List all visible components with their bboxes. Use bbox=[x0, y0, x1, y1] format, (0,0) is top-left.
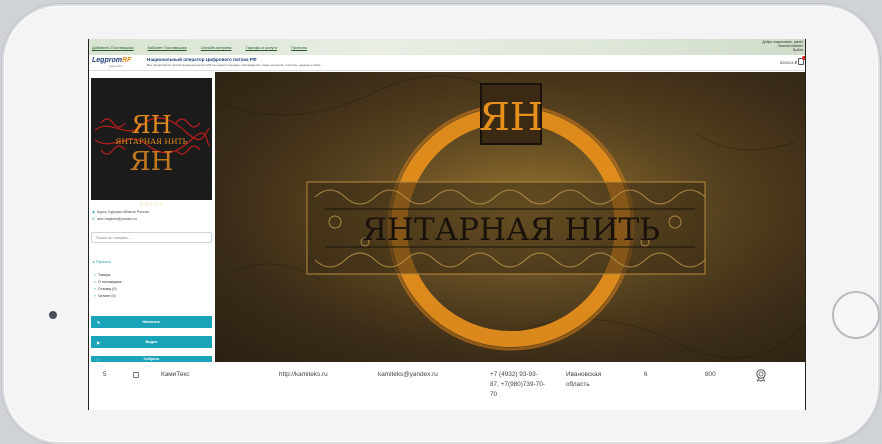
cart-badge bbox=[802, 56, 805, 60]
logo-main-text: Legprom bbox=[92, 57, 122, 64]
account-balance: 520013 ₽ bbox=[779, 60, 797, 65]
projects-label: Проекты bbox=[95, 260, 112, 264]
top-navigation: Добавить Поставщика Кабинет Поставщика О… bbox=[89, 39, 805, 55]
site-title: Национальный оператор Цифрового потока Р… bbox=[147, 57, 257, 62]
company-email[interactable]: ✉ alex.mayboe@yandex.ru bbox=[92, 217, 137, 221]
button-label: Собрать bbox=[143, 357, 160, 361]
award-icon[interactable] bbox=[754, 368, 768, 382]
sidebar-link-reviews[interactable]: » Отзывы (0) bbox=[94, 287, 117, 291]
nav-online-showcase[interactable]: Онлайн-витрина bbox=[201, 45, 232, 50]
company-sidebar: ЯН ЯНТАРНАЯ НИТЬ ЯН ☆☆☆☆☆ ◉ Курск, Курска… bbox=[89, 72, 214, 410]
bullet-icon: » bbox=[94, 273, 96, 277]
write-message-button[interactable]: ✎ Написать bbox=[91, 316, 212, 328]
logo-subtext: legpromrf.ru bbox=[109, 65, 123, 68]
browser-screen: Добавить Поставщика Кабинет Поставщика О… bbox=[88, 39, 806, 410]
logout-link[interactable]: Выйти bbox=[762, 48, 803, 52]
site-logo[interactable]: LegpromRF bbox=[92, 57, 131, 64]
mail-icon: ✉ bbox=[92, 217, 96, 221]
company-region: Ивановская область bbox=[566, 371, 602, 388]
banner-graphic: ЯН ЯНТАРНАЯ НИТЬ bbox=[215, 72, 805, 362]
logo-accent-text: RF bbox=[121, 57, 132, 64]
sidebar-link-readers[interactable]: » Читают (0) bbox=[94, 294, 116, 298]
company-address: ◉ Курск, Курская область Россия bbox=[92, 210, 149, 214]
projects-section-title[interactable]: ▸ Проекты bbox=[93, 259, 111, 264]
site-description: Все предприятия лёгкой промышленности РФ… bbox=[147, 63, 321, 67]
nav-supplier-cabinet[interactable]: Кабинет Поставщика bbox=[148, 45, 187, 50]
brand-header: LegpromRF legpromrf.ru Национальный опер… bbox=[89, 55, 805, 71]
email-text: alex.mayboe@yandex.ru bbox=[97, 217, 137, 221]
product-search-input[interactable]: Поиск по товарам... bbox=[91, 232, 212, 243]
sidebar-link-label: Отзывы (0) bbox=[98, 287, 117, 291]
button-label: Написать bbox=[142, 320, 161, 324]
address-text: Курск, Курская область Россия bbox=[97, 210, 149, 214]
user-greeting: Добро пожаловать, admin Личный кабинет В… bbox=[762, 40, 803, 52]
rating-stars[interactable]: ☆☆☆☆☆ bbox=[89, 202, 214, 208]
button-label: Видео bbox=[145, 340, 158, 344]
company-phone: +7 (4932) 93-93-87, +7(980)739-70-70 bbox=[490, 371, 545, 398]
company-logo-graphic: ЯН ЯНТАРНАЯ НИТЬ ЯН bbox=[91, 78, 212, 200]
company-logo: ЯН ЯНТАРНАЯ НИТЬ ЯН bbox=[91, 78, 212, 200]
table-row[interactable]: 5 КамиТекс http://kamiteks.ru kamiteks@y… bbox=[89, 362, 805, 410]
company-website[interactable]: http://kamiteks.ru bbox=[279, 370, 328, 380]
bullet-icon: » bbox=[94, 280, 96, 284]
pencil-icon: ✎ bbox=[97, 319, 101, 325]
company-logo-caption: ЯНТАРНАЯ НИТЬ bbox=[115, 137, 187, 146]
camera-lens bbox=[49, 311, 57, 319]
row-amount: 800 bbox=[705, 371, 716, 378]
sidebar-link-label: Читают (0) bbox=[98, 294, 116, 298]
bullet-icon: » bbox=[94, 287, 96, 291]
row-count: 6 bbox=[644, 371, 648, 378]
video-button[interactable]: ▶ Видео bbox=[91, 336, 212, 348]
banner-title: ЯНТАРНАЯ НИТЬ bbox=[362, 212, 660, 248]
collect-icon: ○ bbox=[97, 356, 100, 362]
nav-add-supplier[interactable]: Добавить Поставщика bbox=[92, 45, 134, 50]
sidebar-link-about[interactable]: » О поставщике bbox=[94, 280, 122, 284]
svg-text:ЯН: ЯН bbox=[130, 147, 174, 177]
company-logo-monogram: ЯН bbox=[131, 111, 171, 139]
nav-tariffs[interactable]: Тарифы и услуги bbox=[246, 45, 278, 50]
bullet-icon: » bbox=[94, 294, 96, 298]
banner-monogram: ЯН bbox=[479, 95, 543, 139]
row-index: 5 bbox=[103, 371, 107, 378]
home-button[interactable] bbox=[832, 291, 880, 339]
company-name[interactable]: КамиТекс bbox=[161, 370, 189, 380]
company-banner: ЯН ЯНТАРНАЯ НИТЬ bbox=[215, 72, 805, 362]
video-icon: ▶ bbox=[97, 339, 101, 345]
location-icon: ◉ bbox=[92, 210, 96, 214]
sidebar-link-label: О поставщике bbox=[98, 280, 122, 284]
company-email-cell[interactable]: kamiteks@yandex.ru bbox=[378, 370, 438, 380]
sidebar-link-products[interactable]: » Товары bbox=[94, 273, 110, 277]
row-checkbox[interactable] bbox=[133, 372, 139, 378]
sidebar-link-label: Товары bbox=[98, 273, 111, 277]
nav-projects[interactable]: Проекты bbox=[291, 45, 307, 50]
